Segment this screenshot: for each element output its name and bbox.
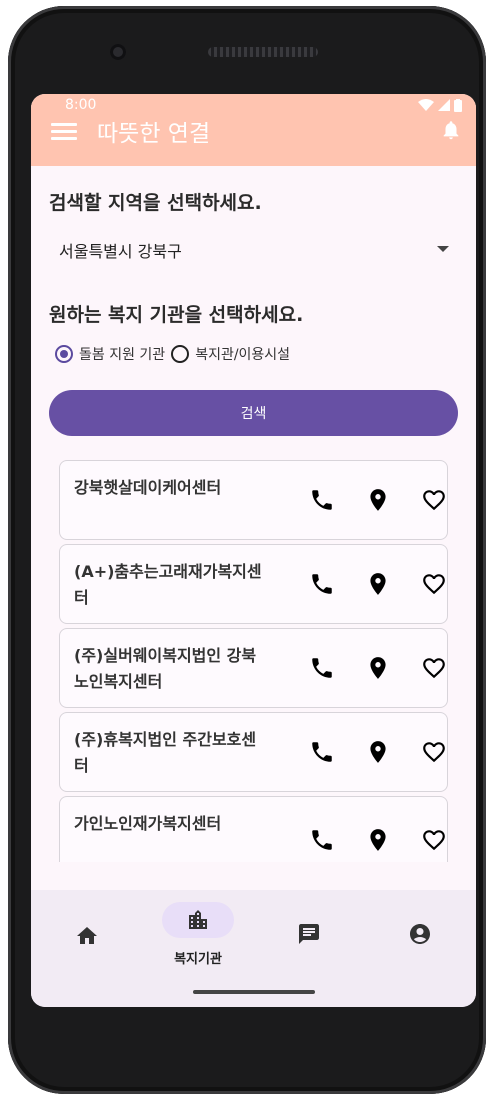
region-dropdown[interactable]: 서울특별시 강북구 [59, 236, 449, 266]
results-list[interactable]: 강북햇살데이케어센터 (A+)춤추는고래재가복지센터 (주)실버웨이복지법인 강… [31, 460, 476, 862]
wifi-icon [418, 99, 434, 111]
location-pin-icon[interactable] [365, 655, 391, 681]
card-actions [267, 713, 447, 793]
phone-icon[interactable] [309, 655, 335, 681]
speaker-grille [208, 47, 318, 57]
list-item[interactable]: (주)실버웨이복지법인 강북노인복지센터 [59, 628, 448, 708]
facility-radio-group: 돌봄 지원 기관 복지관/이용시설 [55, 342, 296, 366]
heart-outline-icon[interactable] [421, 571, 447, 597]
phone-icon[interactable] [309, 487, 335, 513]
facility-name: 강북햇살데이케어센터 [74, 478, 222, 497]
camera [110, 44, 126, 60]
facility-name: (주)휴복지법인 주간보호센터 [74, 730, 257, 775]
battery-icon [454, 98, 462, 112]
phone-icon[interactable] [309, 571, 335, 597]
heart-outline-icon[interactable] [421, 739, 447, 765]
signal-icon [438, 99, 450, 111]
facility-name: (A+)춤추는고래재가복지센터 [74, 562, 262, 607]
list-item[interactable]: (A+)춤추는고래재가복지센터 [59, 544, 448, 624]
radio-care-support[interactable] [55, 345, 73, 363]
app-bar: 8:00 따뜻한 연결 [31, 94, 476, 166]
account-icon[interactable] [408, 922, 432, 946]
app-screen: 8:00 따뜻한 연결 검색할 지역을 선택하세요. 서울특별시 강북구 원하는… [31, 94, 476, 1007]
card-actions [267, 545, 447, 625]
location-pin-icon[interactable] [365, 487, 391, 513]
menu-icon[interactable] [51, 120, 77, 142]
nav-label-welfare[interactable]: 복지기관 [151, 948, 245, 967]
status-icons [418, 98, 462, 112]
phone-icon[interactable] [309, 739, 335, 765]
list-item[interactable]: 강북햇살데이케어센터 [59, 460, 448, 540]
list-item[interactable]: 가인노인재가복지센터 [59, 796, 448, 862]
home-indicator [193, 990, 315, 994]
region-selected-value: 서울특별시 강북구 [59, 242, 182, 261]
building-icon[interactable] [186, 908, 210, 932]
radio-welfare-facility-label[interactable]: 복지관/이용시설 [195, 344, 290, 364]
bell-icon[interactable] [440, 118, 462, 142]
search-button[interactable]: 검색 [49, 390, 458, 436]
location-pin-icon[interactable] [365, 827, 391, 853]
card-actions [267, 629, 447, 709]
radio-welfare-facility[interactable] [171, 345, 190, 363]
card-actions [267, 461, 447, 541]
dropdown-arrow-icon [437, 246, 449, 252]
location-pin-icon[interactable] [365, 571, 391, 597]
facility-name: (주)실버웨이복지법인 강북노인복지센터 [74, 646, 257, 691]
heart-outline-icon[interactable] [421, 487, 447, 513]
home-icon[interactable] [75, 924, 99, 948]
phone-icon[interactable] [309, 827, 335, 853]
heart-outline-icon[interactable] [421, 655, 447, 681]
chat-icon[interactable] [297, 922, 321, 946]
app-title: 따뜻한 연결 [97, 121, 211, 147]
facility-prompt: 원하는 복지 기관을 선택하세요. [49, 304, 304, 326]
status-time: 8:00 [65, 97, 97, 113]
facility-name: 가인노인재가복지센터 [74, 814, 222, 833]
location-pin-icon[interactable] [365, 739, 391, 765]
radio-care-support-label[interactable]: 돌봄 지원 기관 [79, 344, 165, 364]
list-item[interactable]: (주)휴복지법인 주간보호센터 [59, 712, 448, 792]
heart-outline-icon[interactable] [421, 827, 447, 853]
region-prompt: 검색할 지역을 선택하세요. [49, 192, 262, 214]
card-actions [267, 797, 447, 862]
